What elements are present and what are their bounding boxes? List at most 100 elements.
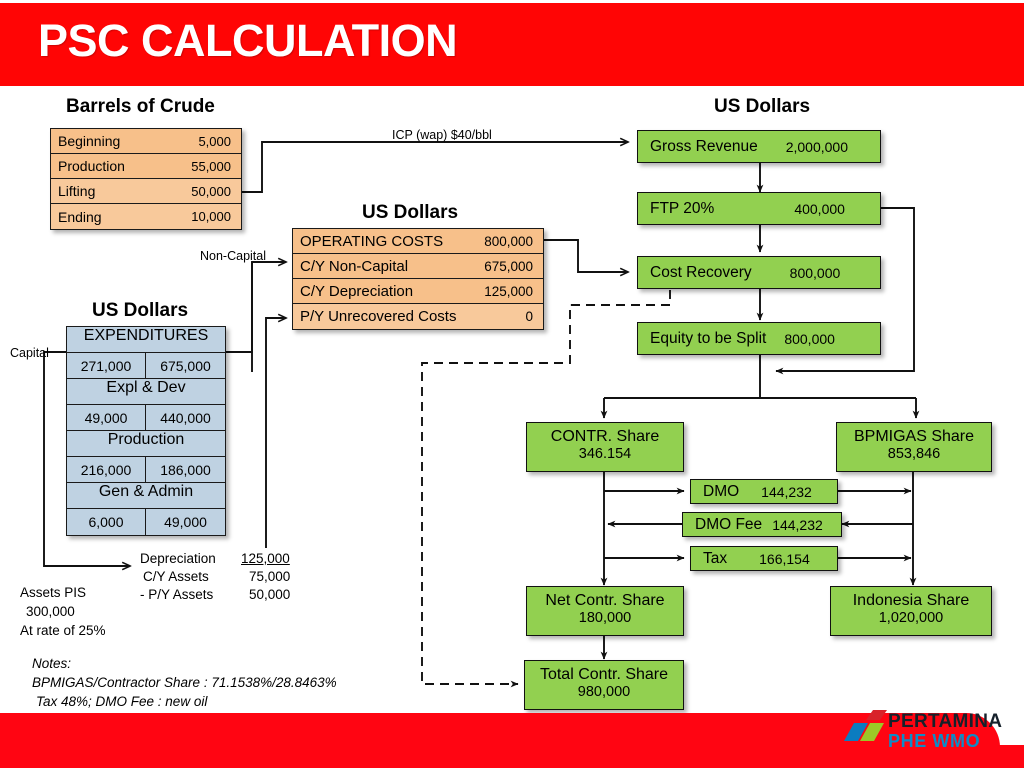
cy-assets-label: C/Y Assets xyxy=(143,569,209,584)
cell-capital: 49,000 xyxy=(67,405,146,430)
notes-line-2: Tax 48%; DMO Fee : new oil xyxy=(36,694,208,709)
row-label: OPERATING COSTS xyxy=(300,232,444,250)
box-label: BPMIGAS Share xyxy=(853,428,975,446)
box-dmo: DMO 144,232 xyxy=(690,479,838,504)
table-header-row: EXPENDITURES xyxy=(67,327,225,353)
capital-label: Capital xyxy=(10,346,49,360)
expenditures-table: EXPENDITURES 271,000 675,000 Expl & Dev … xyxy=(66,326,226,536)
row-value: 0 xyxy=(525,309,533,324)
box-contr-share: CONTR. Share 346.154 xyxy=(526,422,684,472)
assets-pis-line3: At rate of 25% xyxy=(20,623,106,638)
pertamina-logo: PERTAMINA PHE WMO xyxy=(838,709,1018,757)
table-row: OPERATING COSTS 800,000 xyxy=(293,229,543,254)
box-indonesia-share: Indonesia Share 1,020,000 xyxy=(830,586,992,636)
table-row: P/Y Unrecovered Costs 0 xyxy=(293,304,543,329)
assets-pis-line1: Assets PIS xyxy=(20,585,87,600)
box-label: Tax xyxy=(703,549,728,567)
box-value: 2,000,000 xyxy=(785,138,848,155)
group-name: Production xyxy=(107,431,185,448)
icp-label: ICP (wap) $40/bbl xyxy=(392,128,492,142)
box-gross-revenue: Gross Revenue 2,000,000 xyxy=(637,130,881,163)
cy-assets-value: 75,000 xyxy=(249,569,291,584)
table-group-row: Gen & Admin xyxy=(67,483,225,509)
box-value: 800,000 xyxy=(784,330,835,347)
cell-non-capital: 675,000 xyxy=(160,357,211,374)
assets-pis-line2: 300,000 xyxy=(26,604,75,619)
box-label: FTP 20% xyxy=(650,199,715,217)
box-label: DMO Fee xyxy=(695,515,763,533)
notes-line-1: BPMIGAS/Contractor Share : 71.1538%/28.8… xyxy=(32,675,337,690)
box-value: 980,000 xyxy=(577,684,631,701)
depreciation-label: Depreciation xyxy=(140,551,216,566)
box-value: 853,846 xyxy=(887,446,941,463)
table-row: Lifting 50,000 xyxy=(51,179,241,204)
box-total-contr-share: Total Contr. Share 980,000 xyxy=(524,660,684,710)
expenditures-header: EXPENDITURES xyxy=(83,327,209,344)
box-equity-to-be-split: Equity to be Split 800,000 xyxy=(637,322,881,355)
table-group-row: Production xyxy=(67,431,225,457)
box-tax: Tax 166,154 xyxy=(690,546,838,571)
box-value: 800,000 xyxy=(789,264,841,281)
row-value: 675,000 xyxy=(484,258,533,274)
box-label: Gross Revenue xyxy=(650,137,758,155)
row-value: 50,000 xyxy=(191,183,231,199)
group-name: Expl & Dev xyxy=(106,379,186,396)
box-label: Net Contr. Share xyxy=(545,592,665,610)
revenue-title: US Dollars xyxy=(714,96,811,117)
row-label: Beginning xyxy=(58,133,121,149)
row-label: C/Y Non-Capital xyxy=(300,257,409,275)
box-ftp: FTP 20% 400,000 xyxy=(637,192,881,225)
box-label: DMO xyxy=(703,482,740,500)
box-bpmigas-share: BPMIGAS Share 853,846 xyxy=(836,422,992,472)
table-row: Beginning 5,000 xyxy=(51,129,241,154)
box-label: Equity to be Split xyxy=(650,329,767,347)
barrels-title: Barrels of Crude xyxy=(66,96,215,117)
brand-subname: PHE WMO xyxy=(888,731,981,751)
expenditures-title: US Dollars xyxy=(92,300,189,321)
table-row: 271,000 675,000 xyxy=(67,353,225,379)
brand-name: PERTAMINA xyxy=(888,711,1003,732)
box-label: Total Contr. Share xyxy=(539,666,669,684)
row-label: Ending xyxy=(58,208,102,225)
cell-non-capital: 186,000 xyxy=(160,461,211,478)
box-value: 1,020,000 xyxy=(878,610,944,627)
group-name: Gen & Admin xyxy=(98,483,194,500)
barrels-of-crude-table: Beginning 5,000 Production 55,000 Liftin… xyxy=(50,128,242,230)
row-value: 125,000 xyxy=(484,283,533,299)
box-value: 180,000 xyxy=(578,610,632,627)
table-row: 216,000 186,000 xyxy=(67,457,225,483)
table-row: 6,000 49,000 xyxy=(67,509,225,535)
row-label: P/Y Unrecovered Costs xyxy=(300,308,457,325)
py-assets-label: - P/Y Assets xyxy=(140,587,214,602)
box-value: 400,000 xyxy=(794,200,845,217)
opcost-title: US Dollars xyxy=(362,202,459,223)
cell-capital: 216,000 xyxy=(67,457,146,482)
row-value: 5,000 xyxy=(198,133,231,149)
box-label: CONTR. Share xyxy=(550,428,660,446)
notes-title: Notes: xyxy=(32,656,72,671)
box-value: 346.154 xyxy=(578,446,632,463)
cell-capital: 6,000 xyxy=(67,509,146,535)
cell-non-capital: 49,000 xyxy=(164,514,207,530)
table-row: 49,000 440,000 xyxy=(67,405,225,431)
box-value: 144,232 xyxy=(772,516,823,533)
row-label: Lifting xyxy=(58,183,96,199)
slide-canvas: PSC CALCULATION Barrels of Crude Beginni… xyxy=(0,0,1024,768)
operating-costs-table: OPERATING COSTS 800,000 C/Y Non-Capital … xyxy=(292,228,544,330)
non-capital-label: Non-Capital xyxy=(200,249,267,263)
depreciation-value: 125,000 xyxy=(241,551,290,566)
page-title: PSC CALCULATION xyxy=(38,15,458,66)
table-row: C/Y Depreciation 125,000 xyxy=(293,279,543,304)
row-value: 10,000 xyxy=(191,209,231,224)
box-cost-recovery: Cost Recovery 800,000 xyxy=(637,256,881,289)
row-label: Production xyxy=(58,158,125,174)
row-value: 55,000 xyxy=(191,158,231,174)
box-label: Indonesia Share xyxy=(852,592,970,610)
box-value: 166,154 xyxy=(759,550,810,567)
cell-capital: 271,000 xyxy=(67,353,146,378)
row-value: 800,000 xyxy=(484,233,533,249)
table-group-row: Expl & Dev xyxy=(67,379,225,405)
box-dmo-fee: DMO Fee 144,232 xyxy=(682,512,842,537)
table-row: C/Y Non-Capital 675,000 xyxy=(293,254,543,279)
box-value: 144,232 xyxy=(761,483,812,500)
